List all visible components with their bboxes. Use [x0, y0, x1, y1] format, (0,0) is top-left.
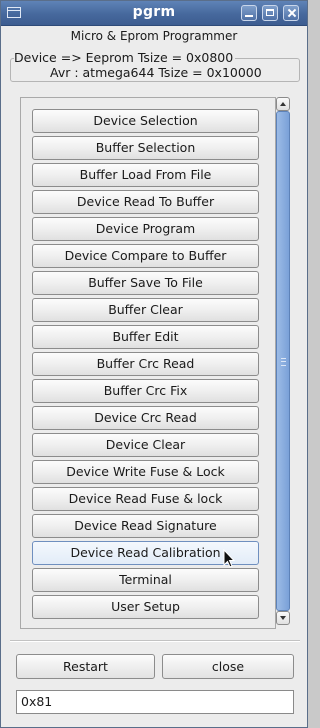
- device-crc-read-button[interactable]: Device Crc Read: [32, 406, 259, 430]
- device-write-fuse-lock-button[interactable]: Device Write Fuse & Lock: [32, 460, 259, 484]
- buffer-crc-read-button[interactable]: Buffer Crc Read: [32, 352, 259, 376]
- titlebar[interactable]: pgrm: [1, 1, 307, 26]
- avr-info-label: Avr : atmega644 Tsize = 0x10000: [50, 65, 262, 80]
- device-read-fuse-lock-button[interactable]: Device Read Fuse & lock: [32, 487, 259, 511]
- maximize-icon[interactable]: [262, 5, 278, 21]
- scroll-thumb[interactable]: [276, 111, 290, 611]
- scroll-down-icon[interactable]: [276, 611, 290, 625]
- command-list: Device Selection Buffer Selection Buffer…: [20, 97, 276, 629]
- scroll-up-icon[interactable]: [276, 97, 290, 111]
- terminal-button[interactable]: Terminal: [32, 568, 259, 592]
- device-read-signature-button[interactable]: Device Read Signature: [32, 514, 259, 538]
- close-icon[interactable]: [283, 5, 299, 21]
- device-selection-button[interactable]: Device Selection: [32, 109, 259, 133]
- device-read-to-buffer-button[interactable]: Device Read To Buffer: [32, 190, 259, 214]
- separator: [10, 640, 300, 642]
- device-compare-button[interactable]: Device Compare to Buffer: [32, 244, 259, 268]
- buffer-crc-fix-button[interactable]: Buffer Crc Fix: [32, 379, 259, 403]
- buffer-selection-button[interactable]: Buffer Selection: [32, 136, 259, 160]
- minimize-icon[interactable]: [241, 5, 257, 21]
- vertical-scrollbar[interactable]: [276, 97, 290, 627]
- app-heading: Micro & Eprom Programmer: [70, 29, 238, 43]
- mouse-cursor-icon: [223, 549, 235, 568]
- device-info-label: Device => Eeprom Tsize = 0x0800: [14, 50, 236, 65]
- device-clear-button[interactable]: Device Clear: [32, 433, 259, 457]
- close-button[interactable]: close: [162, 654, 294, 679]
- status-field[interactable]: 0x81: [16, 690, 294, 714]
- grip-icon: [281, 358, 286, 366]
- buffer-load-from-file-button[interactable]: Buffer Load From File: [32, 163, 259, 187]
- buffer-edit-button[interactable]: Buffer Edit: [32, 325, 259, 349]
- buffer-save-to-file-button[interactable]: Buffer Save To File: [32, 271, 259, 295]
- device-program-button[interactable]: Device Program: [32, 217, 259, 241]
- restart-button[interactable]: Restart: [16, 654, 155, 679]
- buffer-clear-button[interactable]: Buffer Clear: [32, 298, 259, 322]
- app-window: pgrm Micro & Eprom Programmer Device => …: [0, 0, 308, 728]
- user-setup-button[interactable]: User Setup: [32, 595, 259, 619]
